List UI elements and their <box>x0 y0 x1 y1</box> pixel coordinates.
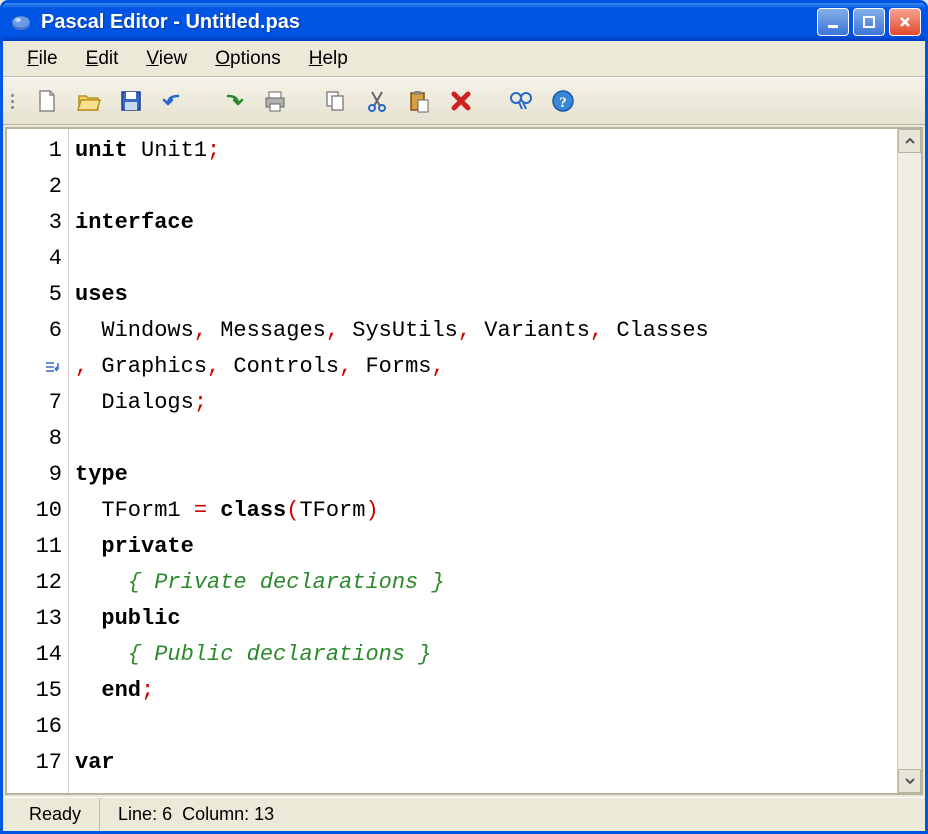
save-button[interactable] <box>113 83 149 119</box>
code-line[interactable]: interface <box>75 205 891 241</box>
cut-button[interactable] <box>359 83 395 119</box>
menu-help[interactable]: Help <box>295 44 362 74</box>
code-editor[interactable]: unit Unit1; interface uses Windows, Mess… <box>69 129 897 793</box>
line-number: 8 <box>7 421 68 457</box>
scroll-track[interactable] <box>898 153 921 769</box>
code-line[interactable] <box>75 169 891 205</box>
code-line[interactable]: unit Unit1; <box>75 133 891 169</box>
toolbar: ? <box>3 77 925 125</box>
main-window: Pascal Editor - Untitled.pas File Edit V… <box>0 0 928 834</box>
line-number: 11 <box>7 529 68 565</box>
find-button[interactable] <box>503 83 539 119</box>
minimize-button[interactable] <box>817 8 849 36</box>
vertical-scrollbar[interactable] <box>897 129 921 793</box>
line-number: 2 <box>7 169 68 205</box>
code-line[interactable]: type <box>75 457 891 493</box>
maximize-button[interactable] <box>853 8 885 36</box>
scroll-up-button[interactable] <box>898 129 921 153</box>
line-number: 5 <box>7 277 68 313</box>
app-icon <box>9 10 33 34</box>
line-number: 13 <box>7 601 68 637</box>
line-number: 16 <box>7 709 68 745</box>
titlebar: Pascal Editor - Untitled.pas <box>3 3 925 41</box>
menu-options[interactable]: Options <box>201 44 294 74</box>
line-number: 3 <box>7 205 68 241</box>
code-line[interactable]: public <box>75 601 891 637</box>
line-number: 9 <box>7 457 68 493</box>
code-line[interactable] <box>75 421 891 457</box>
code-line[interactable]: , Graphics, Controls, Forms, <box>75 349 891 385</box>
code-line[interactable] <box>75 241 891 277</box>
code-line[interactable]: TForm1 = class(TForm) <box>75 493 891 529</box>
line-number: 6 <box>7 313 68 349</box>
redo-button[interactable] <box>215 83 251 119</box>
line-number: 14 <box>7 637 68 673</box>
status-ready: Ready <box>11 798 100 831</box>
open-button[interactable] <box>71 83 107 119</box>
code-line[interactable]: private <box>75 529 891 565</box>
menu-edit[interactable]: Edit <box>72 44 133 74</box>
new-file-button[interactable] <box>29 83 65 119</box>
code-line[interactable]: Dialogs; <box>75 385 891 421</box>
code-line[interactable] <box>75 709 891 745</box>
line-gutter: 1234567891011121314151617 <box>7 129 69 793</box>
editor-area: 1234567891011121314151617 unit Unit1; in… <box>5 127 923 795</box>
code-line[interactable]: { Private declarations } <box>75 565 891 601</box>
menubar: File Edit View Options Help <box>3 41 925 77</box>
code-line[interactable]: uses <box>75 277 891 313</box>
scroll-down-button[interactable] <box>898 769 921 793</box>
copy-button[interactable] <box>317 83 353 119</box>
line-number: 15 <box>7 673 68 709</box>
delete-button[interactable] <box>443 83 479 119</box>
line-number: 12 <box>7 565 68 601</box>
print-button[interactable] <box>257 83 293 119</box>
toolbar-grip <box>11 94 19 109</box>
menu-view[interactable]: View <box>132 44 201 74</box>
menu-file[interactable]: File <box>13 44 72 74</box>
code-line[interactable]: end; <box>75 673 891 709</box>
window-title: Pascal Editor - Untitled.pas <box>41 11 817 34</box>
paste-button[interactable] <box>401 83 437 119</box>
code-line[interactable]: var <box>75 745 891 781</box>
line-number: 10 <box>7 493 68 529</box>
svg-text:?: ? <box>559 95 567 111</box>
code-line[interactable]: Windows, Messages, SysUtils, Variants, C… <box>75 313 891 349</box>
line-number: 4 <box>7 241 68 277</box>
line-wrap-icon <box>7 349 68 385</box>
close-button[interactable] <box>889 8 921 36</box>
line-number: 1 <box>7 133 68 169</box>
status-position: Line: 6 Column: 13 <box>100 798 292 831</box>
code-line[interactable]: { Public declarations } <box>75 637 891 673</box>
statusbar: Ready Line: 6 Column: 13 <box>3 797 925 831</box>
line-number: 7 <box>7 385 68 421</box>
help-button[interactable]: ? <box>545 83 581 119</box>
undo-button[interactable] <box>155 83 191 119</box>
line-number: 17 <box>7 745 68 781</box>
